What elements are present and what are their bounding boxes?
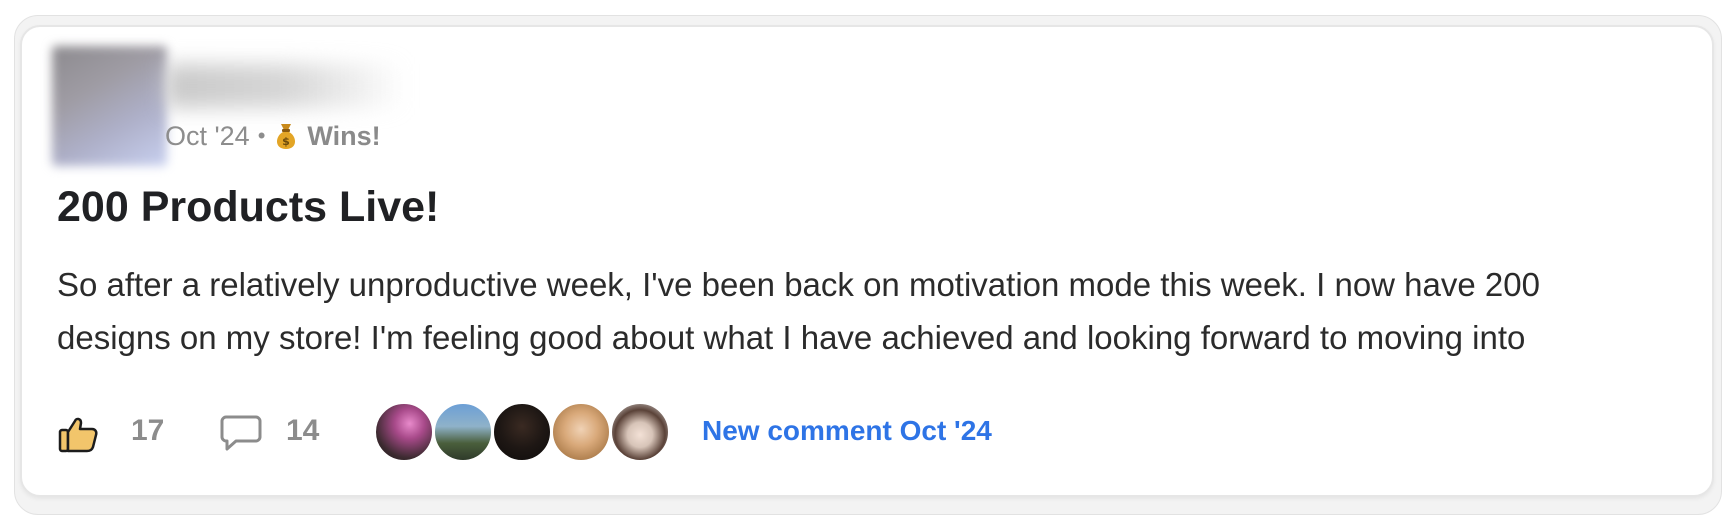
commenter-avatar[interactable] [374, 402, 434, 462]
money-bag-icon: $ [273, 121, 299, 151]
svg-text:$: $ [283, 135, 291, 148]
meta-separator: • [257, 123, 266, 148]
post-footer: 17 14 New comment Oct '24 [57, 400, 1677, 464]
comment-bubble-icon[interactable] [220, 413, 262, 453]
commenter-avatar[interactable] [433, 402, 493, 462]
post-title[interactable]: 200 Products Live! [57, 183, 439, 232]
new-comment-link[interactable]: New comment Oct '24 [702, 415, 992, 447]
commenter-avatar[interactable] [492, 402, 552, 462]
commenter-avatar[interactable] [551, 402, 611, 462]
post-body-line: designs on my store! I'm feeling good ab… [57, 319, 1526, 356]
commenter-avatar[interactable] [610, 402, 670, 462]
author-avatar[interactable] [52, 46, 167, 166]
post-meta: Oct '24 • $ Wins! [165, 118, 381, 154]
like-count: 17 [131, 414, 165, 447]
post-body[interactable]: So after a relatively unproductive week,… [57, 258, 1677, 364]
post-body-line: So after a relatively unproductive week,… [57, 266, 1540, 303]
post-category[interactable]: Wins! [307, 121, 380, 152]
thumbs-up-icon[interactable] [57, 413, 99, 455]
author-name-blurred[interactable] [165, 64, 405, 108]
comment-count: 14 [286, 414, 320, 447]
post-date: Oct '24 [165, 120, 250, 151]
